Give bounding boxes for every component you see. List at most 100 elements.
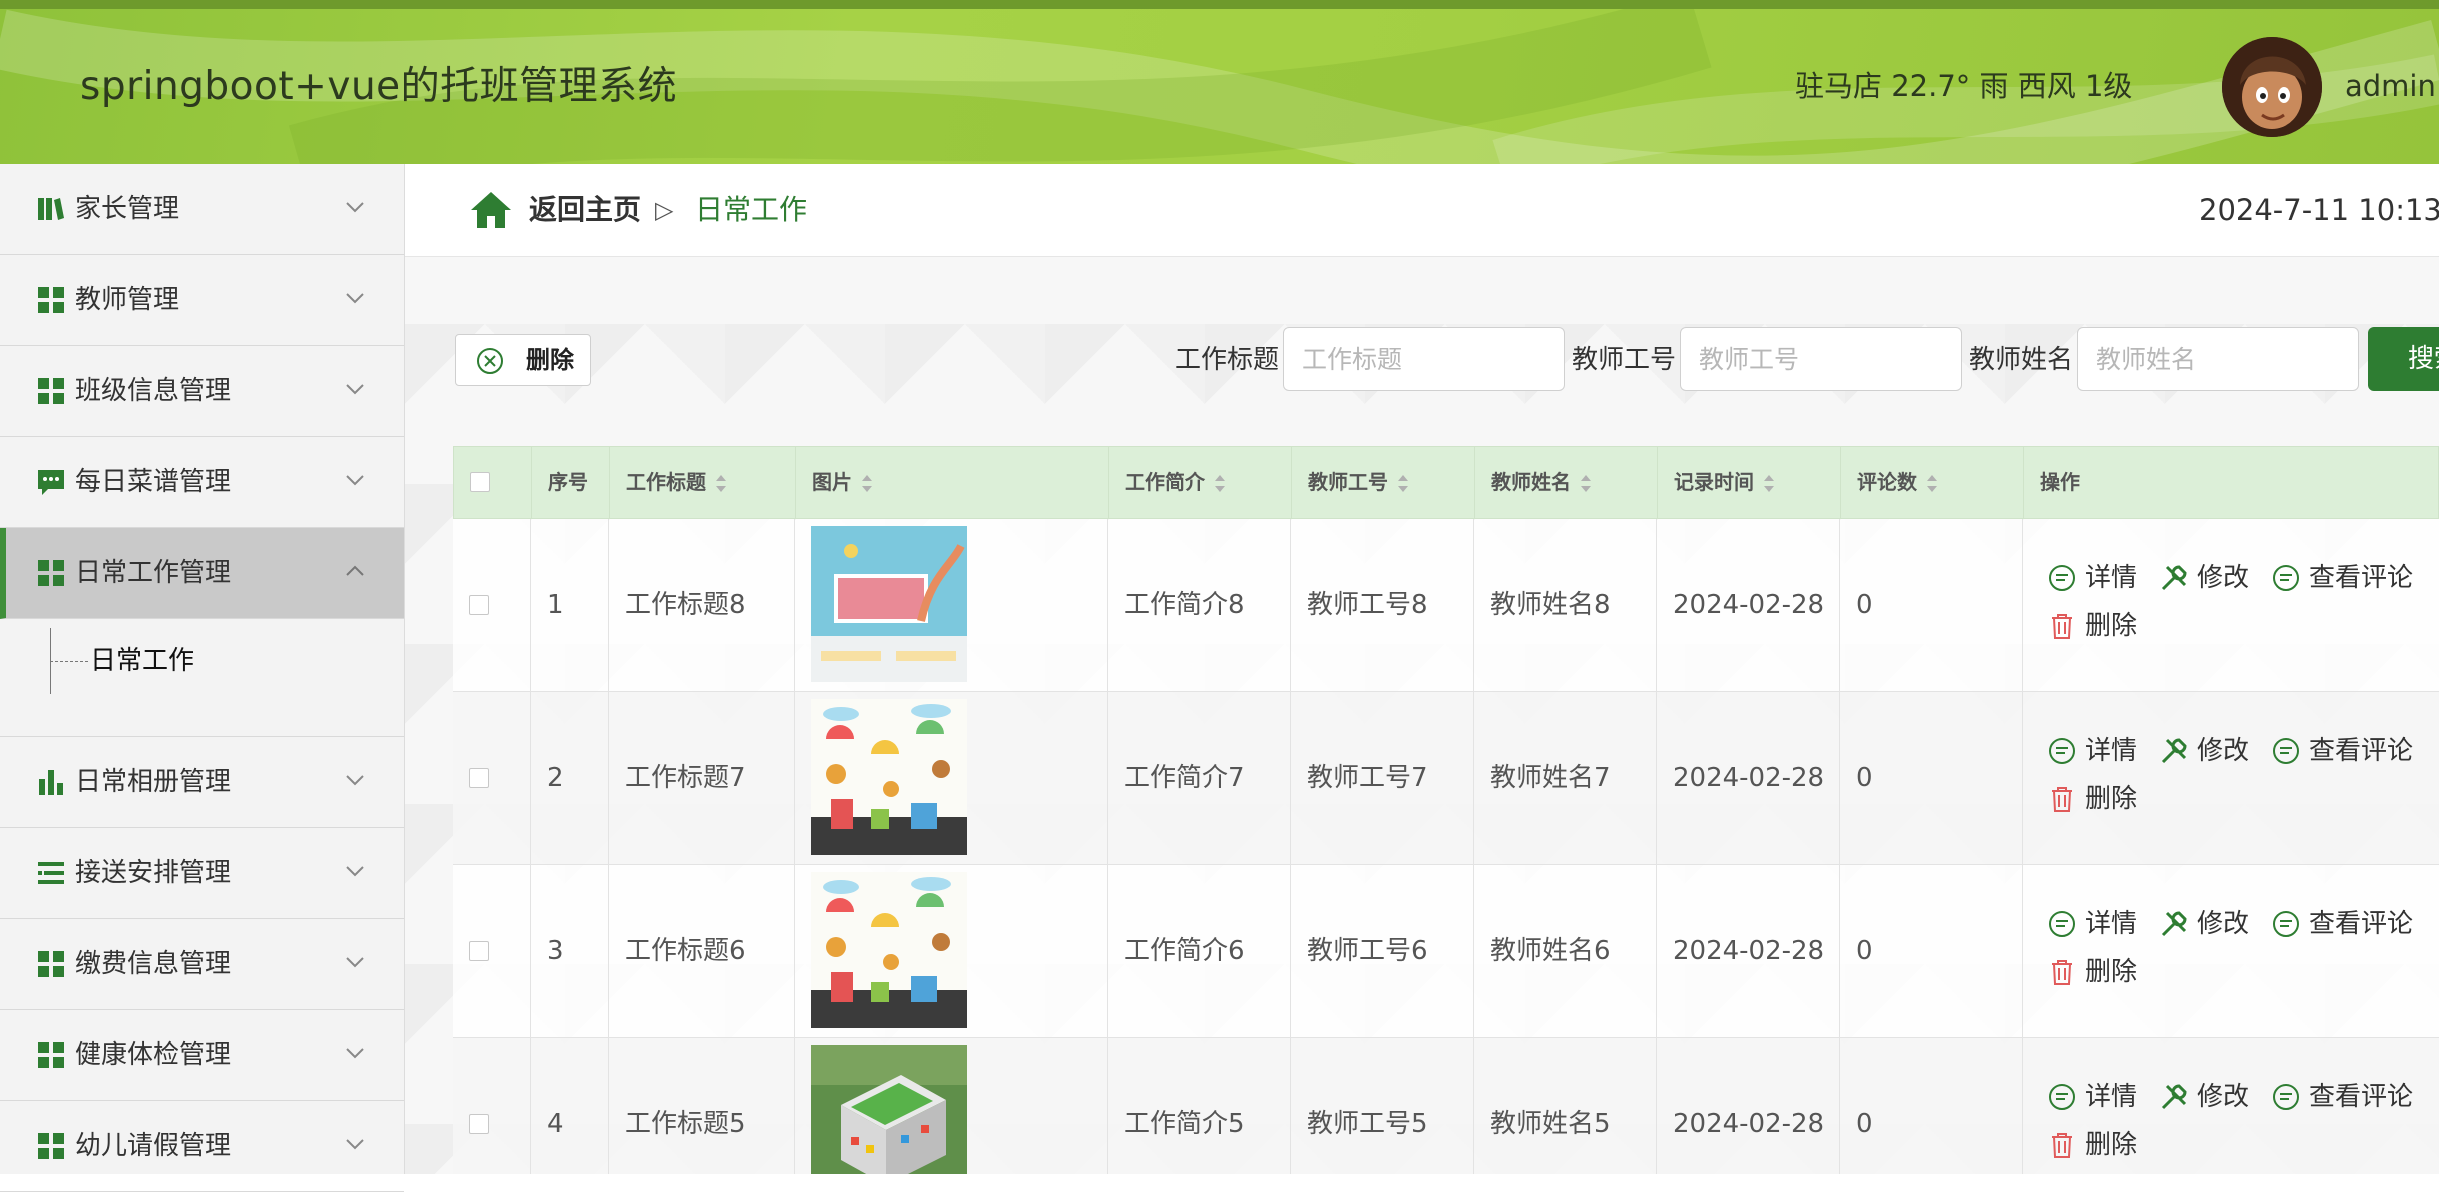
detail-label: 详情 bbox=[2085, 736, 2138, 766]
sidebar-item-pickup-management[interactable]: 接送安排管理 bbox=[0, 828, 404, 919]
sort-icon[interactable] bbox=[716, 474, 726, 493]
home-icon[interactable] bbox=[469, 190, 513, 230]
chevron-down-icon bbox=[346, 475, 364, 486]
chevron-down-icon bbox=[346, 1048, 364, 1059]
sort-icon[interactable] bbox=[1764, 474, 1774, 493]
sort-icon[interactable] bbox=[1398, 474, 1408, 493]
grid-icon bbox=[38, 1133, 64, 1159]
filter-label-title: 工作标题 bbox=[1175, 345, 1280, 375]
user-name[interactable]: admin bbox=[2345, 9, 2436, 164]
bar-chart-icon bbox=[39, 770, 63, 795]
detail-label: 详情 bbox=[2085, 1082, 2138, 1112]
sort-icon[interactable] bbox=[862, 474, 872, 493]
column-header-comments[interactable]: 评论数 bbox=[1841, 447, 2024, 520]
view-comments-label: 查看评论 bbox=[2309, 1082, 2414, 1112]
column-header-teacher-name[interactable]: 教师姓名 bbox=[1475, 447, 1658, 520]
column-header-title[interactable]: 工作标题 bbox=[610, 447, 796, 520]
edit-label: 修改 bbox=[2197, 1082, 2250, 1112]
sidebar-item-label: 幼儿请假管理 bbox=[75, 1131, 232, 1161]
sidebar-item-leave-management[interactable]: 幼儿请假管理 bbox=[0, 1101, 404, 1192]
cartoon-photo[interactable] bbox=[811, 699, 967, 855]
column-header-actions: 操作 bbox=[2024, 447, 2439, 520]
delete-label: 删除 bbox=[2085, 957, 2138, 987]
row-checkbox[interactable] bbox=[469, 595, 489, 615]
sidebar-item-daily-work-management[interactable]: 日常工作管理 bbox=[0, 528, 404, 619]
edit-label: 修改 bbox=[2197, 736, 2250, 766]
cell-teacher-id: 教师工号8 bbox=[1291, 519, 1474, 691]
avatar-face-icon bbox=[2222, 37, 2322, 137]
teacher-id-search-input[interactable] bbox=[1680, 327, 1962, 391]
chevron-down-icon bbox=[346, 1139, 364, 1150]
cell-teacher-name: 教师姓名8 bbox=[1474, 519, 1657, 691]
cartoon-photo[interactable] bbox=[811, 872, 967, 1028]
sort-icon[interactable] bbox=[1581, 474, 1591, 493]
column-header-teacher-id[interactable]: 教师工号 bbox=[1292, 447, 1475, 520]
row-select-cell bbox=[453, 519, 531, 691]
row-checkbox[interactable] bbox=[469, 768, 489, 788]
teacher-name-search-input[interactable] bbox=[2077, 327, 2359, 391]
cell-comments: 0 bbox=[1840, 519, 2023, 691]
sidebar-subitem-daily-work[interactable]: 日常工作 bbox=[0, 620, 404, 737]
cell-actions: 详情 修改 查看评论 删除 bbox=[2023, 865, 2439, 1037]
grid-icon bbox=[38, 1042, 64, 1068]
row-select-cell bbox=[453, 692, 531, 864]
detail-icon bbox=[2049, 738, 2075, 764]
cell-intro: 工作简介8 bbox=[1108, 519, 1291, 691]
detail-icon bbox=[2049, 565, 2075, 591]
row-select-cell bbox=[453, 865, 531, 1037]
sidebar-item-menu-management[interactable]: 每日菜谱管理 bbox=[0, 437, 404, 528]
breadcrumb-home-link[interactable]: 返回主页 bbox=[529, 164, 641, 256]
cell-title: 工作标题5 bbox=[609, 1038, 795, 1174]
batch-delete-button[interactable]: 删除 bbox=[455, 334, 591, 386]
row-checkbox[interactable] bbox=[469, 1114, 489, 1134]
detail-icon bbox=[2049, 911, 2075, 937]
sidebar-item-payment-management[interactable]: 缴费信息管理 bbox=[0, 919, 404, 1010]
sort-icon[interactable] bbox=[1215, 474, 1225, 493]
sidebar-item-album-management[interactable]: 日常相册管理 bbox=[0, 737, 404, 828]
sidebar-item-label: 日常相册管理 bbox=[75, 767, 232, 797]
current-time: 2024-7-11 10:13:4 bbox=[2199, 193, 2439, 227]
wrench-icon bbox=[2161, 738, 2187, 764]
column-header-no: 序号 bbox=[532, 447, 610, 520]
sidebar-item-health-management[interactable]: 健康体检管理 bbox=[0, 1010, 404, 1101]
cell-title: 工作标题7 bbox=[609, 692, 795, 864]
sidebar-item-teacher-management[interactable]: 教师管理 bbox=[0, 255, 404, 346]
sidebar-item-label: 日常工作管理 bbox=[75, 558, 232, 588]
cell-comments: 0 bbox=[1840, 1038, 2023, 1174]
cell-actions: 详情 修改 查看评论 删除 bbox=[2023, 1038, 2439, 1174]
grid-icon bbox=[38, 951, 64, 977]
sidebar-item-parent-management[interactable]: 家长管理 bbox=[0, 164, 404, 255]
cell-teacher-name: 教师姓名6 bbox=[1474, 865, 1657, 1037]
building-photo[interactable] bbox=[811, 1045, 967, 1174]
breadcrumb: 返回主页 ▷ 日常工作 2024-7-11 10:13:4 bbox=[405, 164, 2439, 257]
cell-time: 2024-02-28 bbox=[1657, 1038, 1840, 1174]
wrench-icon bbox=[2161, 565, 2187, 591]
sidebar-item-class-management[interactable]: 班级信息管理 bbox=[0, 346, 404, 437]
row-checkbox[interactable] bbox=[469, 941, 489, 961]
chevron-up-icon bbox=[346, 565, 364, 576]
avatar[interactable] bbox=[2222, 37, 2322, 137]
title-search-input[interactable] bbox=[1283, 327, 1565, 391]
column-header-time[interactable]: 记录时间 bbox=[1658, 447, 1841, 520]
select-all-checkbox[interactable] bbox=[470, 472, 490, 492]
column-header-label: 工作标题 bbox=[626, 470, 706, 494]
chat-icon bbox=[38, 470, 64, 495]
filter-label-teacher-name: 教师姓名 bbox=[1969, 345, 2074, 375]
cell-no: 1 bbox=[531, 519, 609, 691]
chevron-down-icon bbox=[346, 957, 364, 968]
classroom-photo[interactable] bbox=[811, 526, 967, 682]
sort-icon[interactable] bbox=[1927, 474, 1937, 493]
comment-icon bbox=[2273, 738, 2299, 764]
top-strip bbox=[0, 0, 2439, 9]
trash-icon bbox=[2052, 960, 2072, 985]
building-photo-image bbox=[811, 1045, 967, 1174]
detail-label: 详情 bbox=[2085, 909, 2138, 939]
column-header-intro[interactable]: 工作简介 bbox=[1109, 447, 1292, 520]
column-header-image[interactable]: 图片 bbox=[796, 447, 1109, 520]
batch-delete-label: 删除 bbox=[526, 346, 574, 374]
search-button[interactable]: 搜索 bbox=[2368, 327, 2439, 391]
edit-label: 修改 bbox=[2197, 563, 2250, 593]
trash-icon bbox=[2052, 1133, 2072, 1158]
cell-image bbox=[795, 519, 1108, 691]
chevron-down-icon bbox=[346, 866, 364, 877]
